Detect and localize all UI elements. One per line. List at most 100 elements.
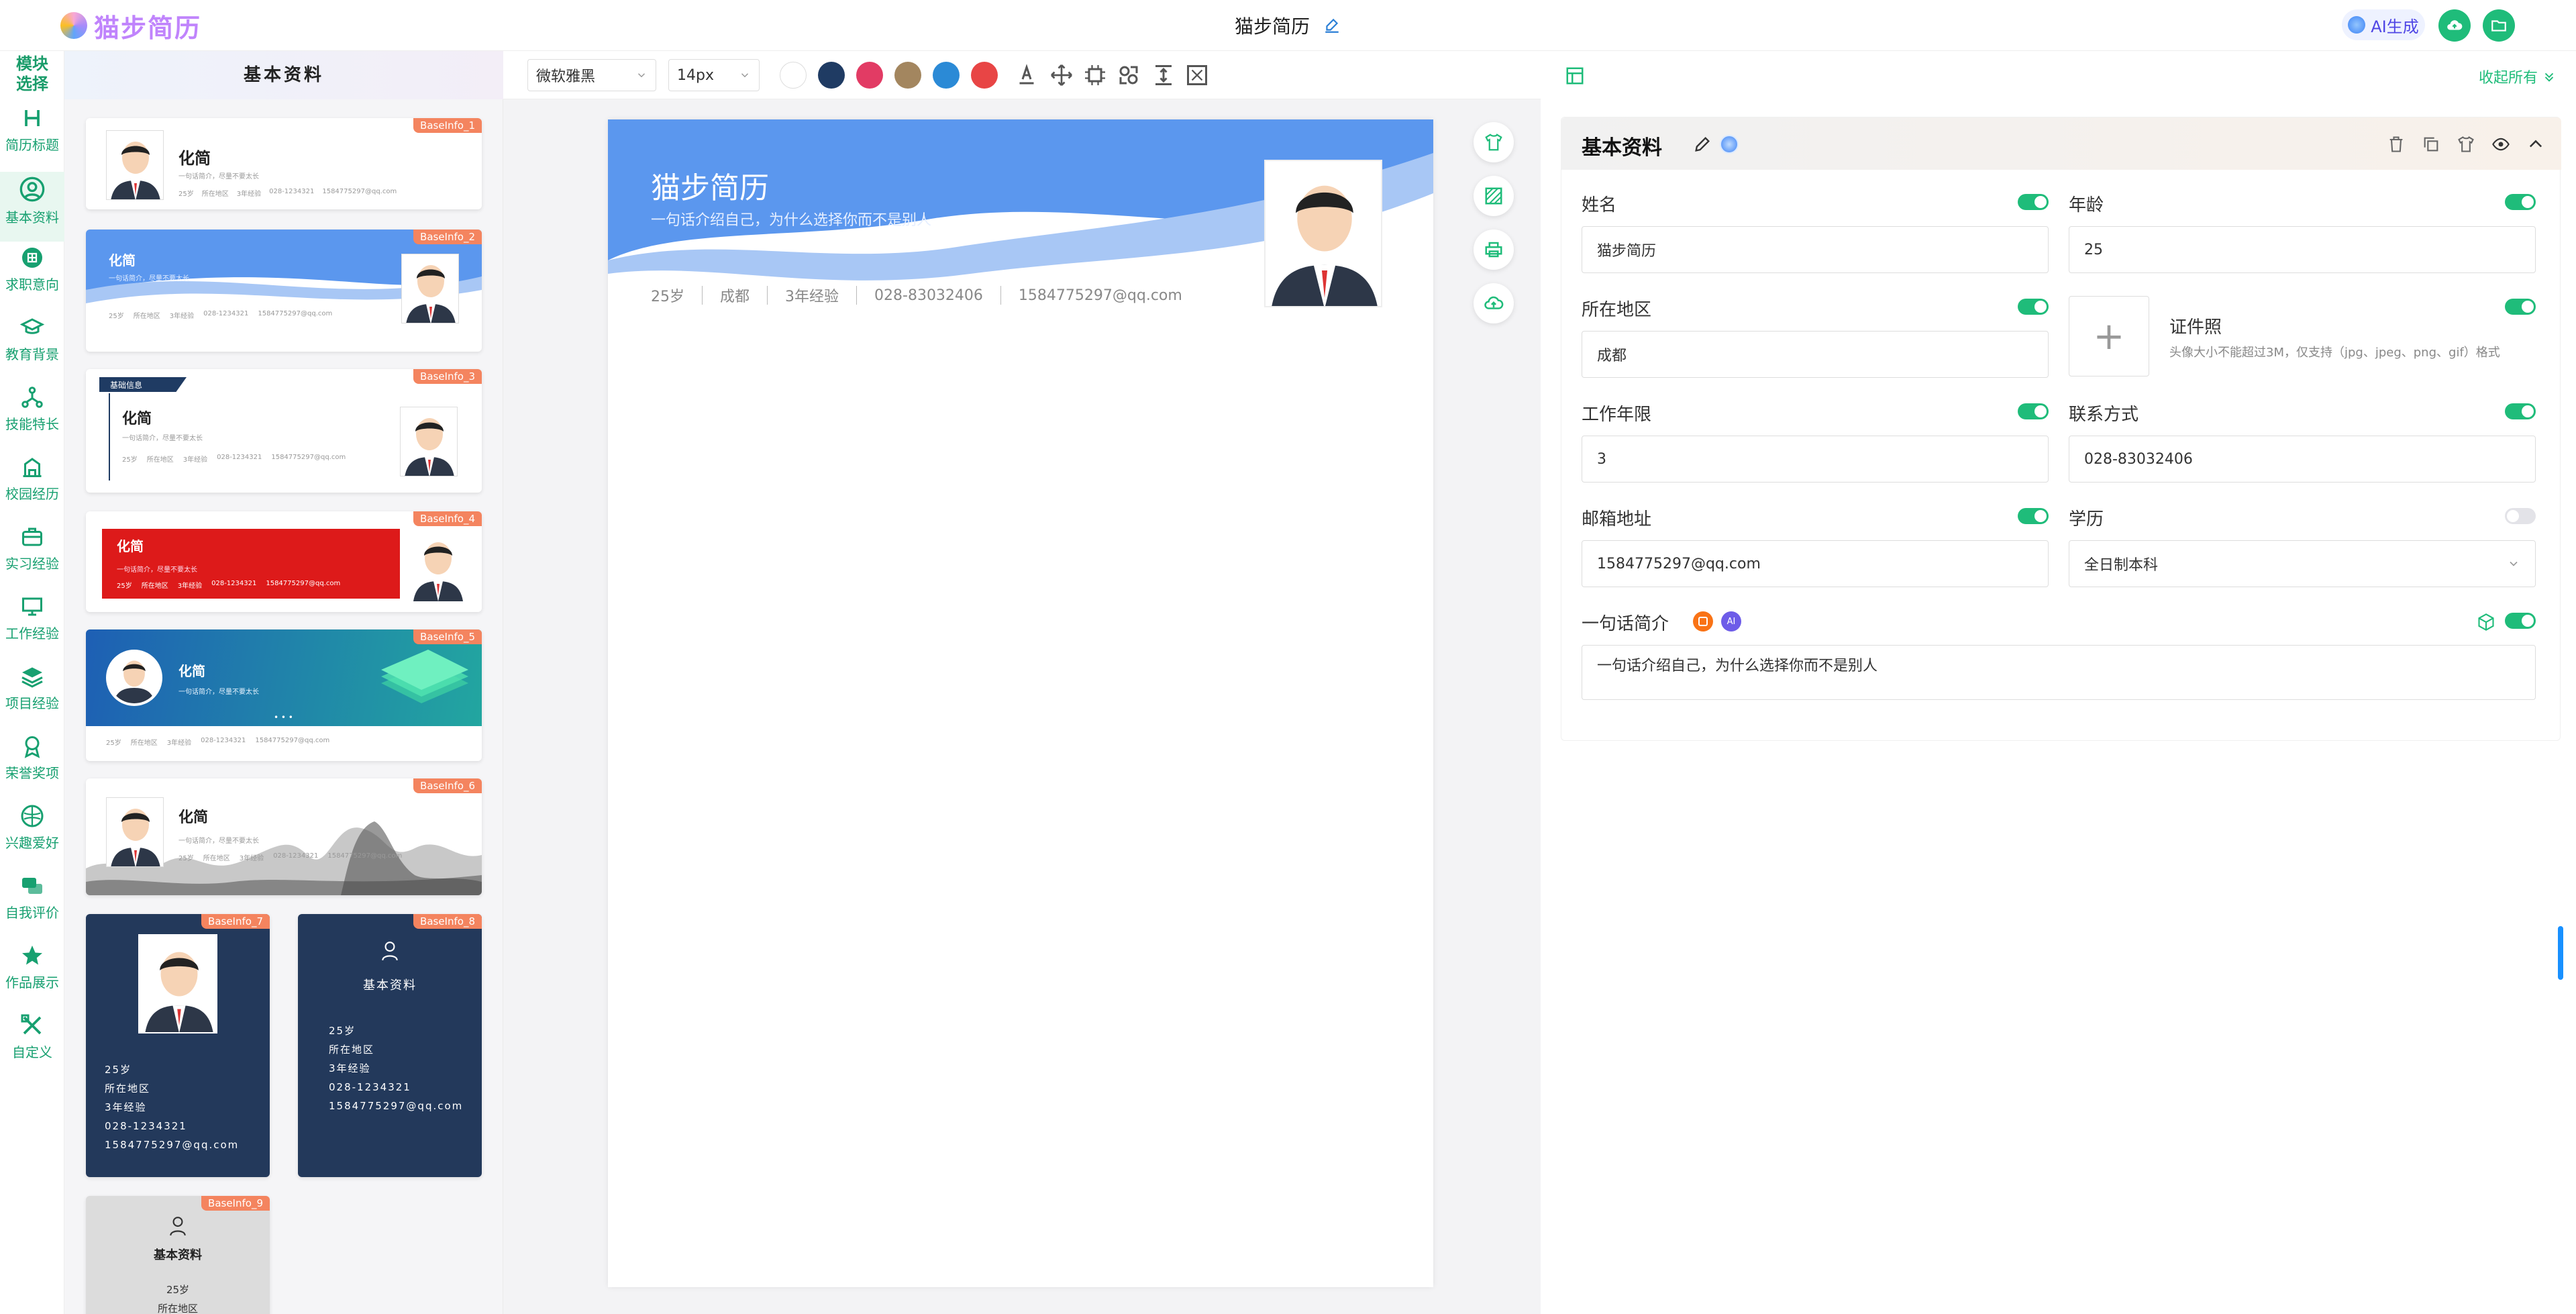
- contact-input[interactable]: 028-83032406: [2069, 436, 2536, 483]
- resume-info-row: 25岁 成都 3年经验 028-83032406 1584775297@qq.c…: [651, 285, 1182, 306]
- email-input[interactable]: 1584775297@qq.com: [1582, 540, 2049, 587]
- nav-item-basic-info[interactable]: 基本资料: [0, 172, 64, 242]
- template-card-baseinfo-1[interactable]: BaseInfo_1 化简 一句话简介，尽量不要太长 25岁 所在地区 3年经验 02…: [86, 118, 482, 209]
- folder-button[interactable]: [2483, 9, 2515, 42]
- template-icon[interactable]: [1693, 611, 1713, 631]
- photo-hint: 头像大小不能超过3M，仅支持（jpg、jpeg、png、gif）格式: [2169, 346, 2500, 360]
- ai-icon: [2348, 16, 2366, 34]
- nav-item-self-evaluation[interactable]: 自我评价: [0, 870, 64, 940]
- form-section-title: 基本资料: [1582, 136, 1662, 160]
- nav-item-internship[interactable]: 实习经验: [0, 521, 64, 591]
- cube-icon[interactable]: [2477, 613, 2495, 631]
- template-card-baseinfo-3[interactable]: BaseInfo_3 基础信息 化简 一句话简介，尽量不要太长 25岁 所在地区 3…: [86, 369, 482, 493]
- template-card-baseinfo-2[interactable]: BaseInfo_2 化简 一句话简介，尽量不要太长 25岁 所在地区 3年经验 02…: [86, 230, 482, 352]
- intro-visibility-toggle[interactable]: [2505, 613, 2536, 629]
- template-badge: BaseInfo_5: [413, 629, 482, 644]
- nav-item-hobbies[interactable]: 兴趣爱好: [0, 800, 64, 870]
- template-phone: 028-1234321: [273, 852, 319, 860]
- nav-item-awards[interactable]: 荣誉奖项: [0, 730, 64, 800]
- photo-upload-button[interactable]: +: [2069, 296, 2149, 376]
- template-card-baseinfo-6[interactable]: BaseInfo_6 化简 一句话简介，尽量不要太长 25岁 所在地区 3年经验 02…: [86, 778, 482, 895]
- cloud-upload-button[interactable]: [1474, 283, 1514, 323]
- ai-assist-icon[interactable]: [1720, 135, 1739, 154]
- font-size-select[interactable]: 14px: [668, 59, 760, 91]
- template-card-baseinfo-4[interactable]: BaseInfo_4 化简 一句话简介，尽量不要太长 25岁 所在地区 3年经验 02…: [86, 511, 482, 612]
- age-visibility-toggle[interactable]: [2505, 194, 2536, 210]
- app-logo[interactable]: 猫步简历: [60, 8, 201, 43]
- nav-item-skills[interactable]: 技能特长: [0, 381, 64, 451]
- color-swatch-red[interactable]: [971, 62, 998, 89]
- nav-item-label: 荣誉奖项: [5, 765, 59, 781]
- collapse-all-button[interactable]: 收起所有: [2479, 66, 2557, 87]
- scrollbar-thumb[interactable]: [2558, 926, 2563, 980]
- intro-textarea-value: 一句话介绍自己，为什么选择你而不是别人: [1597, 658, 1878, 674]
- name-visibility-toggle[interactable]: [2018, 194, 2049, 210]
- ai-generate-button[interactable]: AI生成: [2342, 9, 2425, 40]
- font-family-select[interactable]: 微软雅黑: [527, 59, 656, 91]
- nav-item-title[interactable]: 简历标题: [0, 102, 64, 172]
- theme-button[interactable]: [1474, 122, 1514, 162]
- fullscreen-icon[interactable]: [1185, 63, 1209, 87]
- resume-photo[interactable]: [1264, 160, 1382, 307]
- color-swatch-brown[interactable]: [894, 62, 921, 89]
- region-input[interactable]: 成都: [1582, 331, 2049, 378]
- color-swatch-blue[interactable]: [933, 62, 960, 89]
- ai-badge-text: AI: [1727, 616, 1736, 627]
- template-age: 25岁: [178, 855, 194, 862]
- pencil-icon[interactable]: [1693, 135, 1712, 154]
- template-region: 所在地区: [146, 456, 174, 464]
- nav-item-label: 基本资料: [5, 209, 59, 225]
- work-years-input[interactable]: 3: [1582, 436, 2049, 483]
- template-card-baseinfo-9[interactable]: BaseInfo_9 基本资料 25岁 所在地区: [86, 1196, 270, 1314]
- color-swatch-white[interactable]: [780, 62, 807, 89]
- nav-item-custom[interactable]: 自定义: [0, 1009, 64, 1079]
- spacing-icon[interactable]: [1151, 63, 1176, 87]
- chevron-up-icon[interactable]: [2526, 135, 2545, 154]
- template-intro: 一句话简介，尽量不要太长: [109, 275, 189, 283]
- work-years-visibility-toggle[interactable]: [2018, 403, 2049, 419]
- education-visibility-toggle[interactable]: [2505, 508, 2536, 524]
- nav-item-portfolio[interactable]: 作品展示: [0, 940, 64, 1009]
- photo-visibility-toggle[interactable]: [2505, 299, 2536, 315]
- nav-item-label: 自我评价: [5, 905, 59, 921]
- cloud-save-button[interactable]: [2438, 9, 2471, 42]
- nav-item-education[interactable]: 教育背景: [0, 311, 64, 381]
- resume-page[interactable]: 猫步简历 一句话介绍自己，为什么选择你而不是别人 25岁 成都 3年经验 028…: [608, 119, 1433, 1287]
- template-badge: BaseInfo_4: [413, 511, 482, 526]
- email-visibility-toggle[interactable]: [2018, 508, 2049, 524]
- shirt-icon[interactable]: [2457, 135, 2475, 154]
- nav-item-projects[interactable]: 项目经验: [0, 660, 64, 730]
- user-icon: [19, 176, 45, 202]
- print-button[interactable]: [1474, 230, 1514, 270]
- template-card-baseinfo-5[interactable]: BaseInfo_5 化简 一句话简介，尽量不要太长 • • • 25岁 所在地区…: [86, 629, 482, 761]
- edit-title-icon[interactable]: [1323, 17, 1341, 34]
- template-email: 1584775297@qq.com: [105, 1139, 240, 1151]
- name-input[interactable]: 猫步简历: [1582, 226, 2049, 273]
- template-card-baseinfo-8[interactable]: BaseInfo_8 基本资料 25岁 所在地区 3年经验 028-123432…: [298, 914, 482, 1177]
- education-label: 学历: [2069, 509, 2104, 529]
- template-card-baseinfo-7[interactable]: BaseInfo_7 25岁 所在地区 3年经验 028-1234321 158…: [86, 914, 270, 1177]
- contact-visibility-toggle[interactable]: [2505, 403, 2536, 419]
- region-visibility-toggle[interactable]: [2018, 299, 2049, 315]
- switch-icon[interactable]: [1117, 63, 1141, 87]
- age-input[interactable]: 25: [2069, 226, 2536, 273]
- education-select[interactable]: 全日制本科: [2069, 540, 2536, 587]
- template-exp: 3年经验: [169, 313, 195, 320]
- intro-textarea[interactable]: 一句话介绍自己，为什么选择你而不是别人: [1582, 645, 2536, 700]
- trash-icon[interactable]: [2387, 135, 2406, 154]
- layout-icon[interactable]: [1565, 66, 1585, 86]
- template-region: 所在地区: [130, 740, 158, 747]
- background-button[interactable]: [1474, 176, 1514, 216]
- chip-icon[interactable]: [1083, 63, 1107, 87]
- eye-icon[interactable]: [2491, 135, 2510, 154]
- text-style-icon[interactable]: [1015, 63, 1039, 87]
- move-icon[interactable]: [1049, 63, 1074, 87]
- color-swatch-navy[interactable]: [818, 62, 845, 89]
- nav-item-job-intention[interactable]: 求职意向: [0, 242, 64, 311]
- color-swatch-pink[interactable]: [856, 62, 883, 89]
- nav-item-campus[interactable]: 校园经历: [0, 451, 64, 521]
- copy-icon[interactable]: [2422, 135, 2440, 154]
- nav-item-work[interactable]: 工作经验: [0, 591, 64, 660]
- template-exp: 3年经验: [105, 1101, 147, 1113]
- ai-write-button[interactable]: AI: [1721, 611, 1741, 631]
